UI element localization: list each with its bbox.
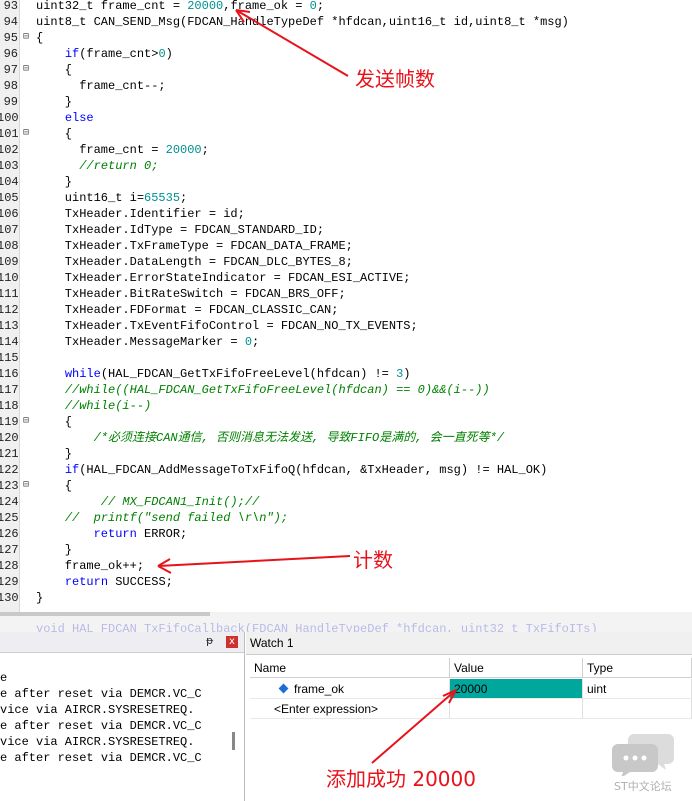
annotation-count: 计数 bbox=[353, 548, 393, 572]
watermark-label: ST中文论坛 bbox=[614, 780, 672, 793]
arrow-send-frames bbox=[235, 9, 349, 77]
chat-bubble-icon bbox=[612, 734, 674, 778]
arrow-count bbox=[157, 555, 351, 567]
annotation-send-frames: 发送帧数 bbox=[355, 67, 435, 91]
arrow-added bbox=[371, 689, 457, 764]
annotation-arrows bbox=[157, 9, 457, 764]
annotation-added-ok: 添加成功 20000 bbox=[326, 767, 476, 791]
forum-watermark: ST中文论坛 bbox=[612, 730, 676, 796]
